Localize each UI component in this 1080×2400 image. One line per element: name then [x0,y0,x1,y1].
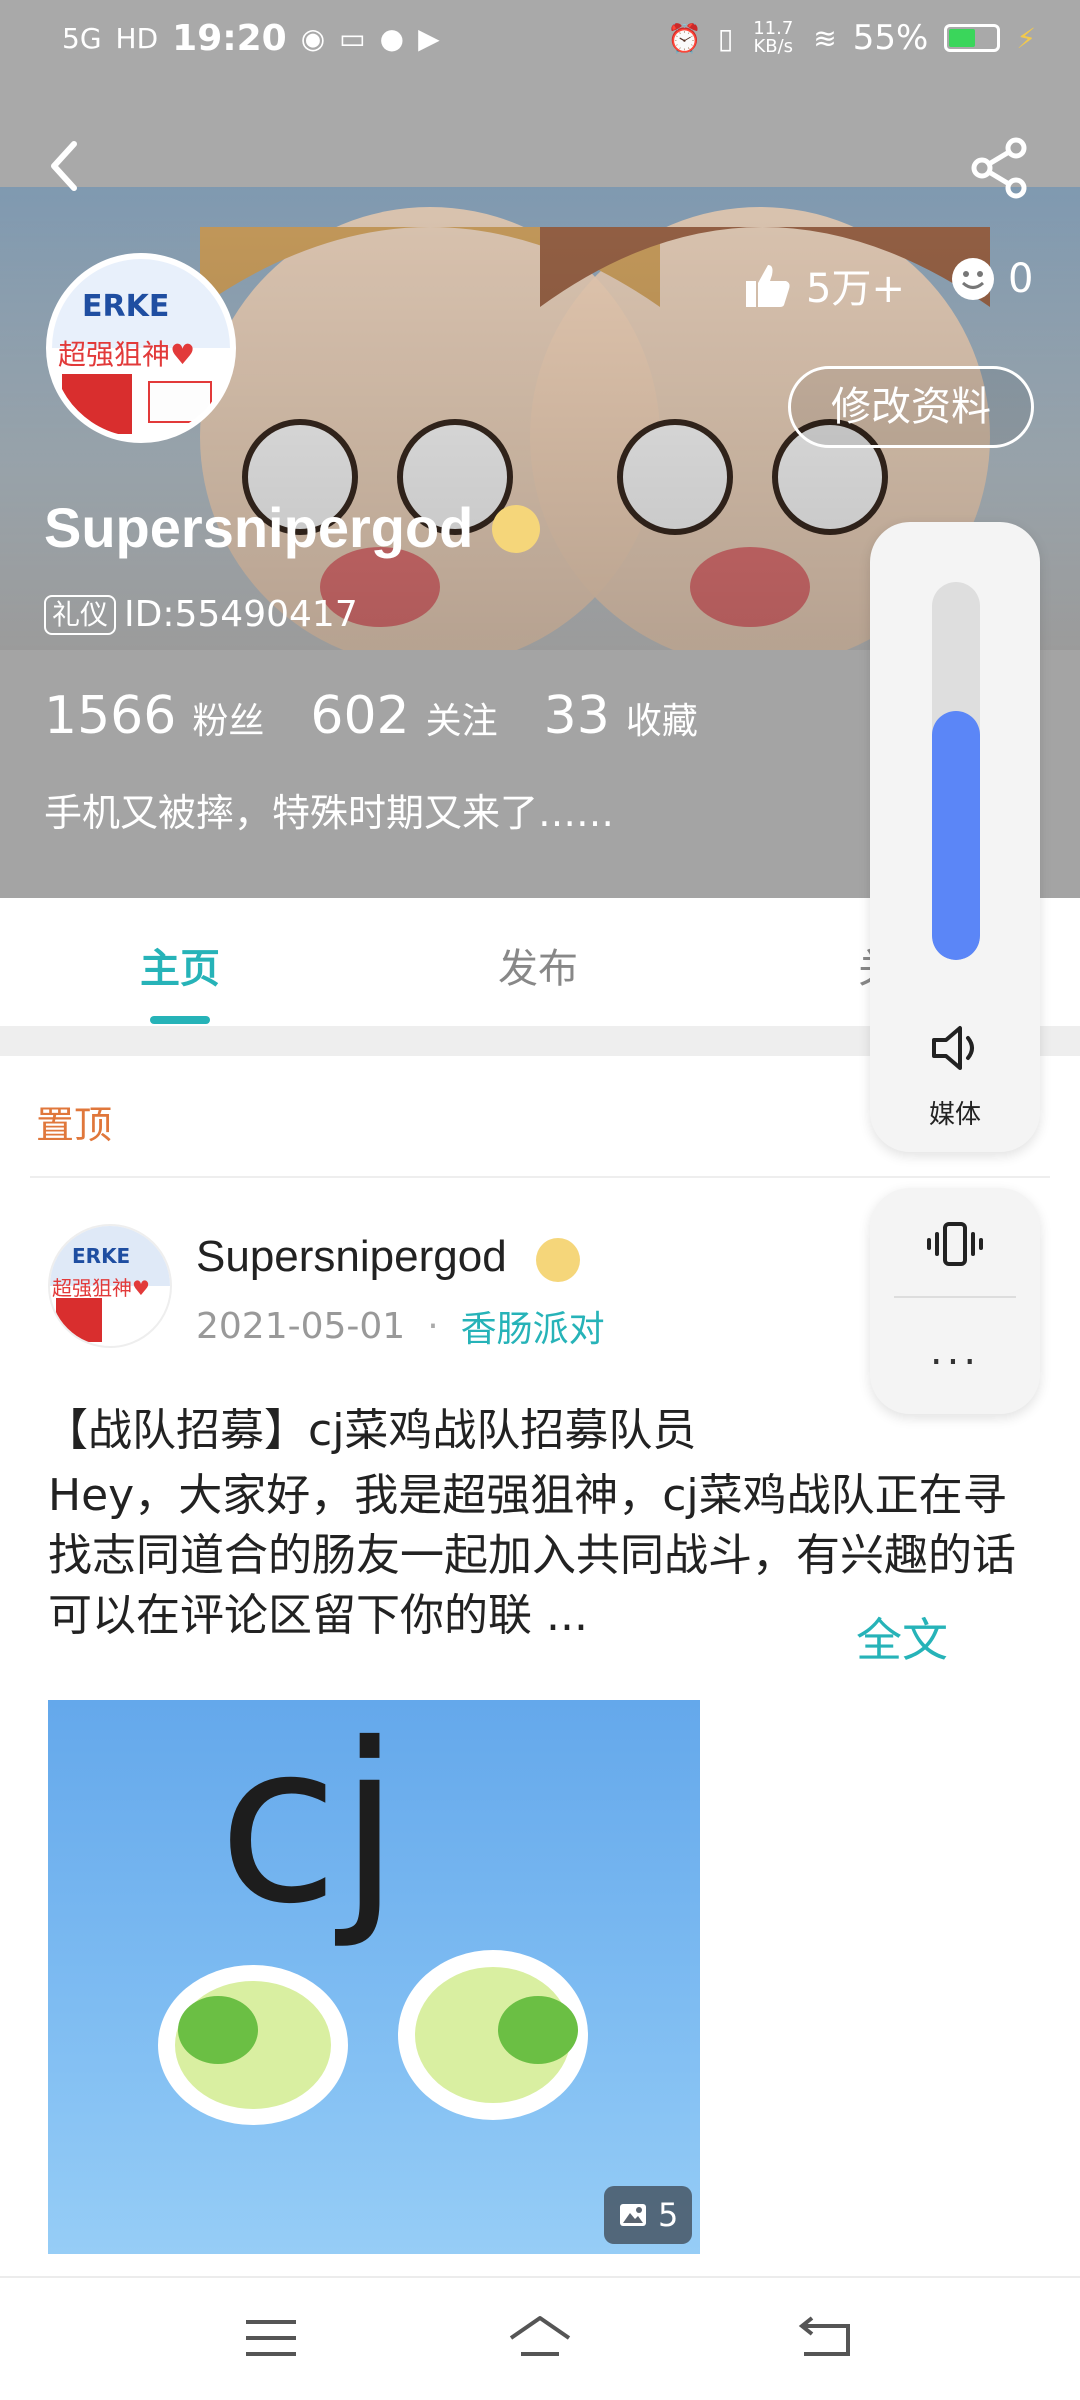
media-volume-button[interactable] [926,1018,986,1078]
reaction-count: 0 [1008,256,1034,302]
post-meta: 2021-05-01 · 香肠派对 [196,1300,605,1352]
post-date: 2021-05-01 [196,1305,406,1347]
divider [30,1176,1050,1178]
sound-mode-panel: ... [870,1188,1040,1414]
volume-slider[interactable] [932,582,980,960]
volume-level-fill [932,710,980,960]
speaker-icon [932,1026,974,1070]
profile-avatar[interactable]: ERKE 超强狙神♥ [46,253,236,443]
share-button[interactable] [968,136,1032,200]
charging-icon: ⚡ [1016,21,1036,55]
profile-username: Supersnipergod [44,496,474,559]
active-tab-indicator [150,1016,210,1024]
battery-icon [944,24,1001,52]
fans-count[interactable]: 1566 [44,686,176,746]
vibrate-icon [927,1222,983,1266]
home-nav-button[interactable] [505,2308,575,2368]
reaction-stat[interactable]: 0 [950,256,1033,302]
edit-profile-button[interactable]: 修改资料 [788,366,1034,448]
post-image-illustration: cj [158,1700,588,2125]
mode-separator [894,1296,1016,1298]
profile-id-row: 礼仪 ID:55490417 [44,594,358,635]
favorites-count[interactable]: 33 [544,686,610,746]
tab-posts[interactable]: 发布 [498,936,578,994]
post-image[interactable]: cj [48,1700,700,2254]
back-arrow-icon [51,141,77,191]
volume-panel: 媒体 [870,522,1040,1152]
home-icon [509,2316,571,2356]
wifi-icon: ≋ [813,21,837,55]
signal-icon: 5G [62,22,102,55]
hd-icon: HD [115,22,159,55]
user-badge-icon [492,505,540,553]
menu-nav-button[interactable] [236,2308,306,2368]
fans-label[interactable]: 粉丝 [192,692,264,744]
speed-gauge-icon: ◉ [300,22,326,55]
image-count: 5 [658,2196,679,2234]
battery-percent: 55% [852,18,929,58]
alarm-icon: ⏰ [666,21,702,55]
menu-icon [246,2320,296,2356]
post-avatar-logo: ERKE [72,1244,131,1268]
following-count[interactable]: 602 [310,686,409,746]
back-button[interactable] [44,136,94,196]
post-author-avatar[interactable]: ERKE 超强狙神♥ [48,1224,172,1348]
post-author-name[interactable]: Supersnipergod [196,1232,507,1282]
image-count-badge: 5 [604,2186,693,2244]
favorites-label[interactable]: 收藏 [626,692,698,744]
back-nav-button[interactable] [790,2308,860,2368]
profile-counts: 1566 粉丝 602 关注 33 收藏 [44,686,744,746]
profile-id: ID:55490417 [124,594,358,635]
share-icon [971,137,1027,199]
etiquette-tag: 礼仪 [44,594,117,635]
image-cj-text: cj [218,1700,400,1952]
meta-separator: · [427,1305,439,1347]
wechat-icon: ● [379,22,405,55]
post-author-badge-icon [536,1238,580,1282]
smile-icon [952,258,994,300]
read-more-link[interactable]: 全文 [856,1604,948,1670]
post-title[interactable]: 【战队招募】cj菜鸡战队招募队员 [44,1394,696,1458]
thumbs-up-icon [746,265,790,307]
book-icon: ▭ [339,22,366,55]
likes-count: 5万+ [806,266,905,312]
likes-stat[interactable]: 5万+ [744,256,905,314]
vibrate-mode-button[interactable] [925,1214,985,1274]
avatar-text: 超强狙神♥ [58,338,196,371]
pinned-label: 置顶 [36,1103,113,1147]
video-icon: ▶ [418,22,440,55]
status-time: 19:20 [172,18,287,59]
system-nav-bar [0,2276,1080,2400]
volume-label: 媒体 [928,1100,981,1130]
image-icon [620,2204,646,2226]
more-options-button[interactable]: ... [870,1328,1040,1374]
avatar-logo: ERKE [82,289,170,324]
following-label[interactable]: 关注 [426,692,498,744]
status-bar: 5G HD 19:20 ◉ ▭ ● ▶ ⏰ ▯ 11.7 KB/s ≋ 55% … [0,0,1080,84]
tab-home[interactable]: 主页 [140,936,220,994]
back-nav-icon [798,2316,850,2356]
network-speed: 11.7 KB/s [753,18,794,57]
vibrate-status-icon: ▯ [717,21,734,55]
post-avatar-text: 超强狙神♥ [52,1276,150,1300]
post-topic-tag[interactable]: 香肠派对 [461,1300,605,1352]
profile-bio: 手机又被摔，特殊时期又来了…… [44,791,615,835]
